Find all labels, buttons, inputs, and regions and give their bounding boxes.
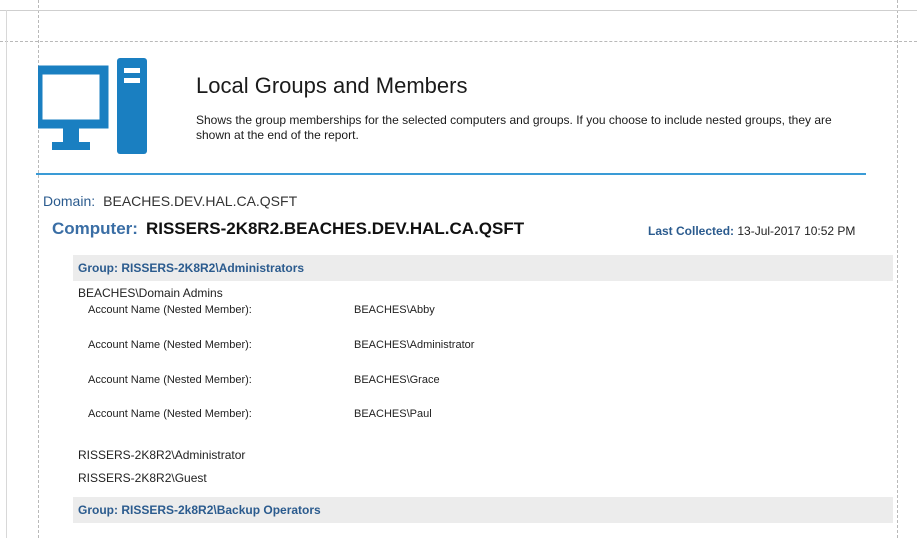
nested-member-value: BEACHES\Administrator	[354, 339, 475, 351]
page-guide-top	[0, 41, 917, 42]
header-divider	[36, 173, 866, 175]
last-collected-label: Last Collected:	[648, 224, 735, 238]
last-collected-value: 13-Jul-2017 10:52 PM	[737, 224, 856, 238]
nested-member-value: BEACHES\Paul	[354, 408, 432, 420]
computer-row: Computer: RISSERS-2K8R2.BEACHES.DEV.HAL.C…	[52, 219, 524, 239]
page-guide-right	[897, 0, 898, 538]
page-frame-left	[6, 10, 7, 538]
group-label: Group: RISSERS-2k8R2\Backup Operators	[78, 503, 321, 517]
page-frame-top	[0, 10, 917, 11]
domain-value: BEACHES.DEV.HAL.CA.QSFT	[103, 193, 298, 209]
nested-member-value: BEACHES\Grace	[354, 374, 440, 386]
desktop-computer-icon	[38, 58, 147, 154]
nested-member-label: Account Name (Nested Member):	[88, 304, 252, 316]
group-header-administrators[interactable]: Group: RISSERS-2K8R2\Administrators	[73, 255, 893, 281]
computer-label: Computer:	[52, 219, 138, 238]
domain-label: Domain:	[43, 193, 96, 209]
computer-value: RISSERS-2K8R2.BEACHES.DEV.HAL.CA.QSFT	[145, 219, 525, 238]
report-title: Local Groups and Members	[196, 73, 468, 98]
domain-row: Domain: BEACHES.DEV.HAL.CA.QSFT	[43, 193, 297, 209]
nested-member-label: Account Name (Nested Member):	[88, 339, 252, 351]
member-administrator: RISSERS-2K8R2\Administrator	[78, 448, 246, 462]
last-collected: Last Collected: 13-Jul-2017 10:52 PM	[648, 224, 855, 238]
member-guest: RISSERS-2K8R2\Guest	[78, 471, 207, 485]
nested-member-label: Account Name (Nested Member):	[88, 408, 252, 420]
group-header-backup-operators[interactable]: Group: RISSERS-2k8R2\Backup Operators	[73, 497, 893, 523]
member-domain-admins: BEACHES\Domain Admins	[78, 286, 223, 300]
nested-member-value: BEACHES\Abby	[354, 304, 435, 316]
report-description: Shows the group memberships for the sele…	[196, 113, 832, 142]
nested-member-label: Account Name (Nested Member):	[88, 374, 252, 386]
group-label: Group: RISSERS-2K8R2\Administrators	[78, 261, 305, 275]
